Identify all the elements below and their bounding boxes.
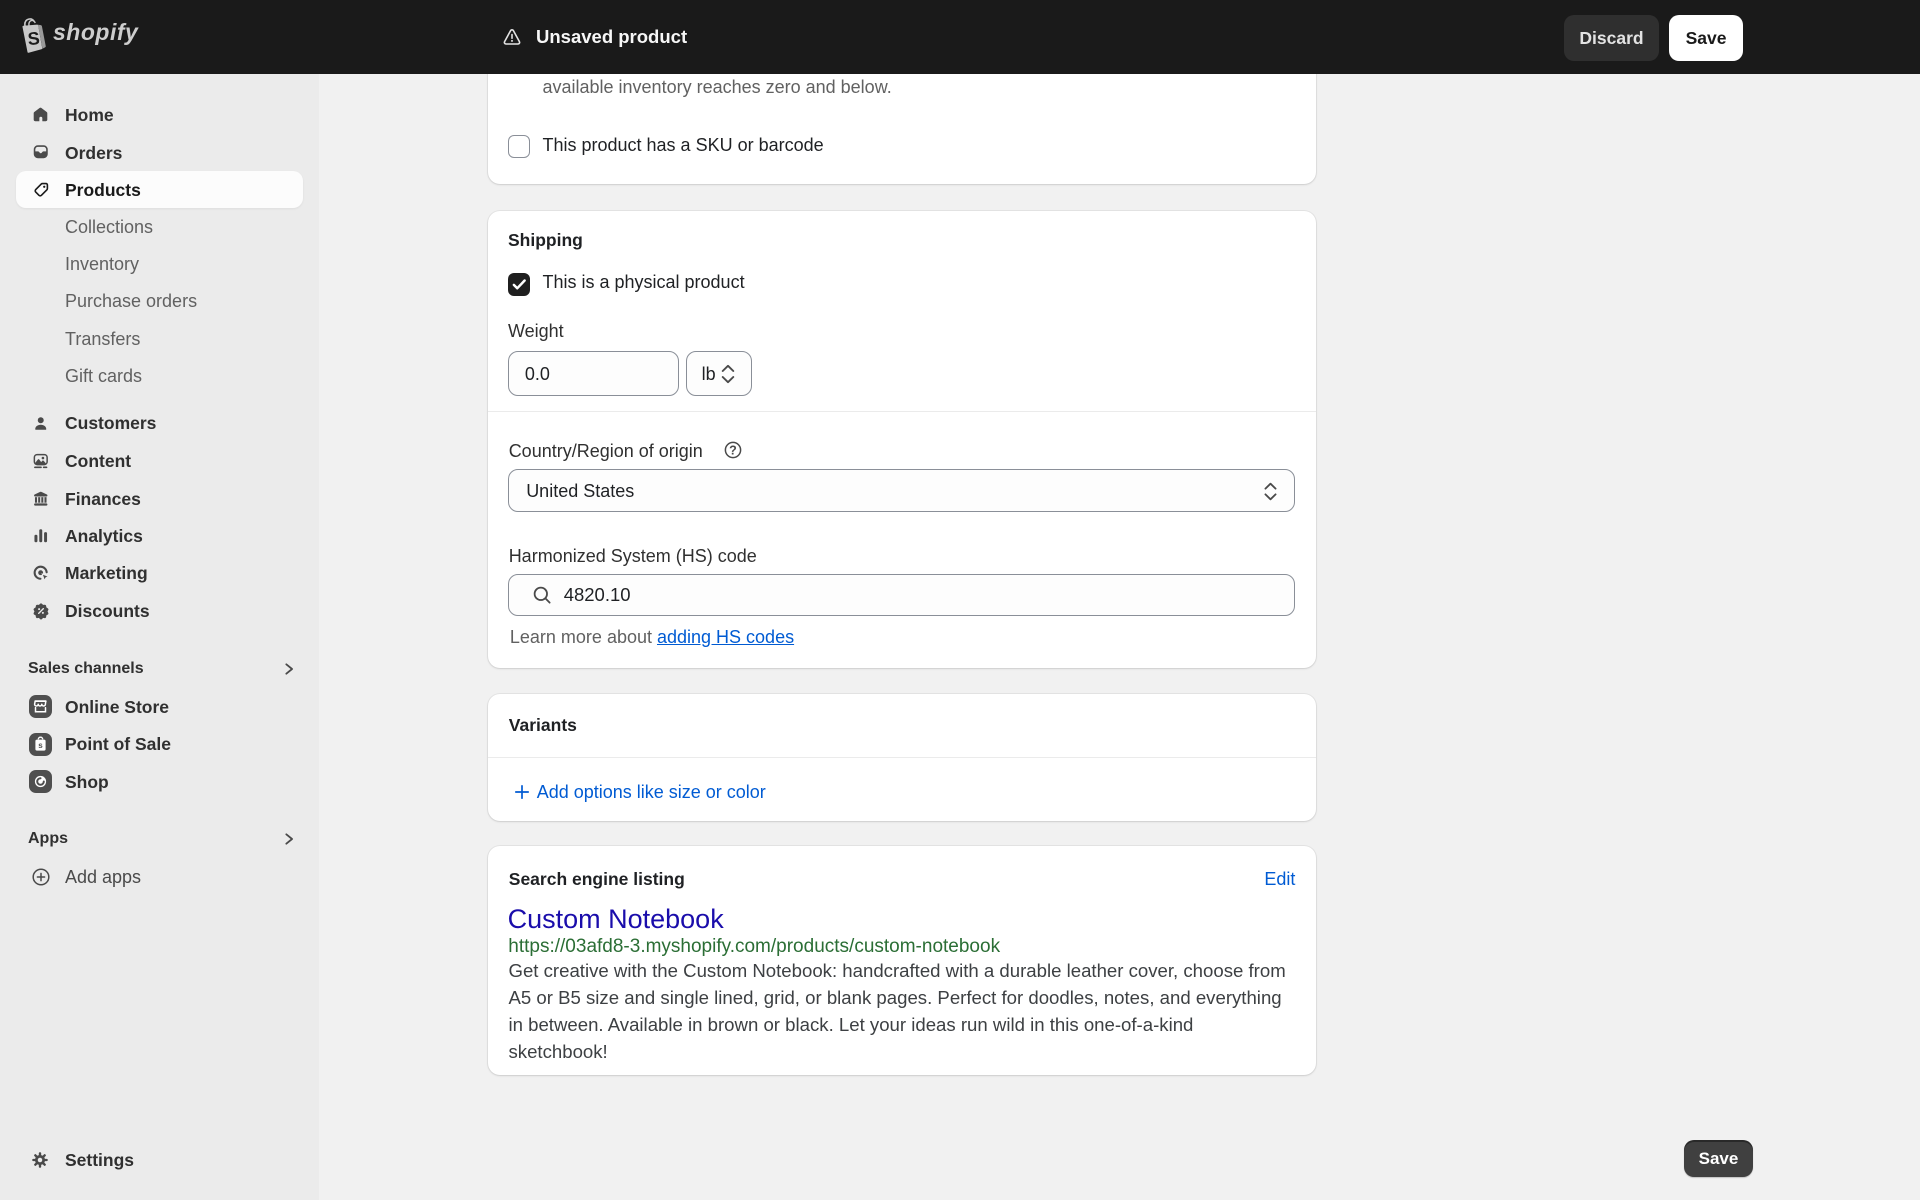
svg-text:S: S <box>27 28 41 49</box>
svg-text:s: s <box>38 740 43 749</box>
svg-text:?: ? <box>730 443 738 457</box>
